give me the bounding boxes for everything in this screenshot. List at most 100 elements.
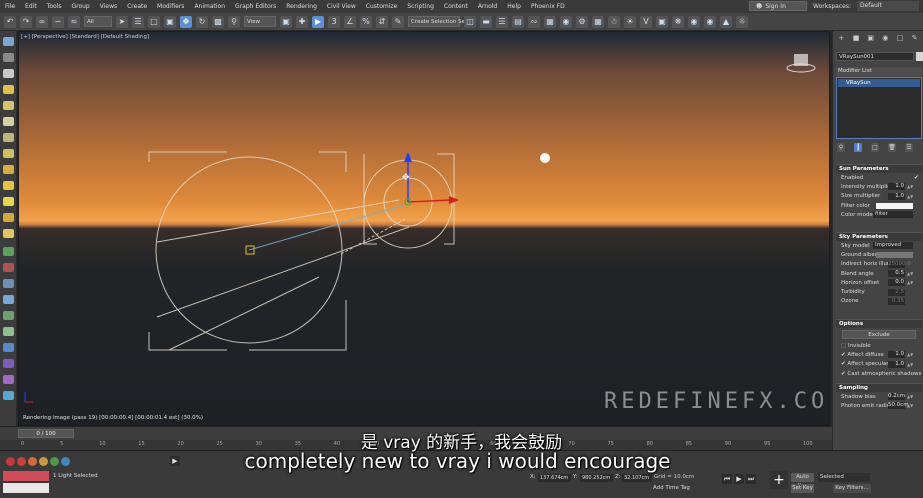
- vray-frame-buffer-icon[interactable]: ▣: [656, 15, 668, 28]
- keyboard-shortcut-icon[interactable]: ▶: [312, 15, 324, 28]
- vray-proxy-icon[interactable]: ▲: [720, 15, 732, 28]
- tree-icon[interactable]: [3, 311, 14, 320]
- unlink-icon[interactable]: ∽: [52, 15, 64, 28]
- sun-icon[interactable]: [3, 213, 14, 222]
- selection-set-input[interactable]: Create Selection Se: [408, 16, 465, 27]
- menu-animation[interactable]: Animation: [189, 3, 230, 10]
- snap-3-icon[interactable]: 3: [328, 15, 340, 28]
- crosshair-icon[interactable]: ✚: [296, 15, 308, 28]
- helper-icon[interactable]: [3, 247, 14, 256]
- object-color-swatch[interactable]: [916, 52, 923, 61]
- blend-angle-spinner[interactable]: 0.5: [888, 270, 905, 278]
- size-spinner[interactable]: 1.0: [888, 192, 905, 200]
- cone-icon[interactable]: [3, 149, 14, 158]
- spinner-arrows-icon[interactable]: ▲▼: [907, 184, 913, 189]
- render-element-icon[interactable]: [3, 375, 14, 384]
- options-header[interactable]: Options: [836, 319, 922, 328]
- curve-editor-icon[interactable]: ∾: [528, 15, 540, 28]
- vray-light-icon[interactable]: ❋: [672, 15, 684, 28]
- percent-snap-icon[interactable]: %: [360, 15, 372, 28]
- object-icon[interactable]: [3, 117, 14, 126]
- undo-icon[interactable]: ↶: [4, 15, 16, 28]
- sky-model-dropdown[interactable]: Improved: [873, 242, 913, 250]
- render-icon[interactable]: ☃: [608, 15, 620, 28]
- y-coordinate[interactable]: 980.252cm: [580, 474, 613, 482]
- ozone-spinner[interactable]: 0.35: [888, 297, 905, 305]
- color-mode-dropdown[interactable]: filter: [873, 211, 913, 219]
- menu-tools[interactable]: Tools: [42, 3, 67, 10]
- create-key-icon[interactable]: +: [770, 471, 788, 489]
- link-icon[interactable]: ∞: [36, 15, 48, 28]
- vray-icon[interactable]: V: [640, 15, 652, 28]
- menu-graph-editors[interactable]: Graph Editors: [230, 3, 281, 10]
- menu-content[interactable]: Content: [439, 3, 473, 10]
- menu-rendering[interactable]: Rendering: [281, 3, 322, 10]
- show-end-result-icon[interactable]: ┃: [854, 143, 862, 152]
- invisible-checkbox[interactable]: □: [841, 343, 848, 349]
- vray-sun-icon[interactable]: ☼: [736, 15, 748, 28]
- move-icon[interactable]: ✥: [180, 15, 192, 28]
- pivot-icon[interactable]: ▣: [280, 15, 292, 28]
- menu-group[interactable]: Group: [66, 3, 94, 10]
- sun-parameters-header[interactable]: Sun Parameters: [836, 164, 922, 173]
- menu-modifiers[interactable]: Modifiers: [152, 3, 189, 10]
- go-to-end-icon[interactable]: ⏭: [746, 474, 756, 484]
- modifier-stack[interactable]: VRaySun: [836, 77, 922, 139]
- spinner-arrows-icon[interactable]: ▲▼: [907, 394, 913, 399]
- particle-icon[interactable]: [3, 391, 14, 400]
- scene-icon[interactable]: [3, 37, 14, 46]
- make-unique-icon[interactable]: □: [871, 143, 879, 152]
- spacewarp-icon[interactable]: [3, 263, 14, 272]
- hierarchy-icon[interactable]: ▣: [866, 34, 875, 42]
- scale-icon[interactable]: ▩: [212, 15, 224, 28]
- reference-coord-dropdown[interactable]: View: [244, 16, 276, 27]
- window-crossing-icon[interactable]: ▣: [164, 15, 176, 28]
- layer-explorer-icon[interactable]: [3, 53, 14, 62]
- spinner-arrows-icon[interactable]: ▲▼: [907, 194, 913, 199]
- horiz-illum-spinner[interactable]: 25000.0: [888, 260, 911, 268]
- menu-phoenix-fd[interactable]: Phoenix FD: [526, 3, 570, 10]
- stack-item[interactable]: VRaySun: [838, 79, 920, 87]
- add-time-tag[interactable]: Add Time Tag: [653, 485, 690, 491]
- affect-diffuse-spinner[interactable]: 1.0: [888, 351, 905, 359]
- spinner-arrows-icon[interactable]: ▲▼: [907, 280, 913, 285]
- menu-civil-view[interactable]: Civil View: [322, 3, 361, 10]
- teapot-icon[interactable]: [3, 181, 14, 190]
- workspace-dropdown[interactable]: Default: [857, 1, 919, 11]
- place-icon[interactable]: ⚲: [228, 15, 240, 28]
- set-key-button[interactable]: Set Key: [791, 484, 814, 493]
- motion-icon[interactable]: ◉: [881, 34, 890, 42]
- sphere-icon[interactable]: [3, 101, 14, 110]
- spinner-arrows-icon[interactable]: ▲▼: [907, 352, 913, 357]
- modifier-list-dropdown[interactable]: Modifier List: [836, 67, 922, 76]
- maxscript-input[interactable]: [3, 483, 49, 493]
- remove-modifier-icon[interactable]: 🗑: [888, 143, 896, 152]
- menu-scripting[interactable]: Scripting: [402, 3, 439, 10]
- play-animation-icon[interactable]: ▶: [734, 474, 744, 484]
- plane-icon[interactable]: [3, 229, 14, 238]
- spinner-snap-icon[interactable]: ⇵: [376, 15, 388, 28]
- object-name-field[interactable]: VRaySun001: [836, 52, 914, 61]
- filter-color-swatch[interactable]: [876, 202, 913, 209]
- viewport-layout-icon[interactable]: [3, 69, 14, 78]
- cloth-icon[interactable]: [3, 295, 14, 304]
- edit-named-sets-icon[interactable]: ✎: [392, 15, 404, 28]
- rect-select-icon[interactable]: □: [148, 15, 160, 28]
- photon-radius-spinner[interactable]: 50.0cm: [888, 402, 909, 410]
- exclude-button[interactable]: Exclude: [842, 330, 916, 339]
- selection-filter-dropdown[interactable]: All: [84, 16, 112, 27]
- select-by-name-icon[interactable]: ☰: [132, 15, 144, 28]
- key-filters-button[interactable]: Key Filters...: [833, 484, 871, 493]
- sky-parameters-header[interactable]: Sky Parameters: [836, 232, 922, 241]
- pin-stack-icon[interactable]: ⚲: [837, 143, 845, 152]
- torus-icon[interactable]: [3, 165, 14, 174]
- horizon-offset-spinner[interactable]: 0.0: [888, 279, 905, 287]
- rotate-icon[interactable]: ↻: [196, 15, 208, 28]
- perspective-viewport[interactable]: [+] [Perspective] [Standard] [Default Sh…: [18, 31, 830, 426]
- frame-window-icon[interactable]: ▦: [592, 15, 604, 28]
- foliage-icon[interactable]: [3, 327, 14, 336]
- shadow-bias-spinner[interactable]: 0.2cm: [888, 393, 905, 401]
- utilities-icon[interactable]: ✎: [910, 34, 919, 42]
- angle-snap-icon[interactable]: ∠: [344, 15, 356, 28]
- material-editor-icon[interactable]: ◉: [560, 15, 572, 28]
